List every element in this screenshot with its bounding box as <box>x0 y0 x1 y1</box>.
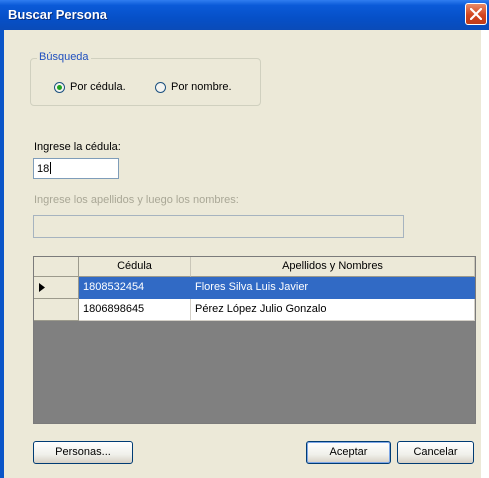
column-header-nombres[interactable]: Apellidos y Nombres <box>191 257 475 277</box>
radio-label-cedula: Por cédula. <box>70 81 126 93</box>
buscar-persona-window: Buscar Persona Búsqueda Por cédula. Por … <box>0 0 489 478</box>
title-bar[interactable]: Buscar Persona <box>0 0 489 30</box>
window-title: Buscar Persona <box>8 7 107 22</box>
close-icon <box>470 8 482 20</box>
cell-nombre[interactable]: Pérez López Julio Gonzalo <box>191 299 475 321</box>
window-border <box>0 30 4 478</box>
cedula-input[interactable]: 18 <box>33 158 119 179</box>
cell-cedula[interactable]: 1808532454 <box>79 277 191 299</box>
nombres-input <box>33 215 404 238</box>
row-header[interactable] <box>34 277 79 299</box>
nombres-label: Ingrese los apellidos y luego los nombre… <box>34 194 239 206</box>
grid-corner-cell[interactable] <box>34 257 79 277</box>
radio-por-nombre[interactable]: Por nombre. <box>155 81 232 93</box>
text-caret <box>50 162 52 174</box>
cedula-label: Ingrese la cédula: <box>34 141 121 153</box>
personas-button[interactable]: Personas... <box>33 441 133 464</box>
grid-header-row: Cédula Apellidos y Nombres <box>34 257 475 277</box>
cancelar-button[interactable]: Cancelar <box>397 441 474 464</box>
table-row[interactable]: 1808532454 Flores Silva Luis Javier <box>34 277 475 299</box>
cell-nombre[interactable]: Flores Silva Luis Javier <box>191 277 475 299</box>
cedula-value: 18 <box>37 163 50 175</box>
window-edge <box>481 30 489 478</box>
close-button[interactable] <box>465 3 487 25</box>
row-pointer-icon <box>39 283 45 292</box>
results-grid[interactable]: Cédula Apellidos y Nombres 1808532454 Fl… <box>33 256 476 424</box>
row-header[interactable] <box>34 299 79 321</box>
radio-label-nombre: Por nombre. <box>171 81 232 93</box>
radio-circle[interactable] <box>54 81 65 93</box>
cell-cedula[interactable]: 1806898645 <box>79 299 191 321</box>
search-group-legend: Búsqueda <box>37 51 91 63</box>
radio-dot <box>57 84 62 90</box>
radio-por-cedula[interactable]: Por cédula. <box>54 81 126 93</box>
column-header-cedula[interactable]: Cédula <box>79 257 191 277</box>
aceptar-button[interactable]: Aceptar <box>306 441 391 464</box>
radio-circle[interactable] <box>155 81 166 93</box>
table-row[interactable]: 1806898645 Pérez López Julio Gonzalo <box>34 299 475 321</box>
